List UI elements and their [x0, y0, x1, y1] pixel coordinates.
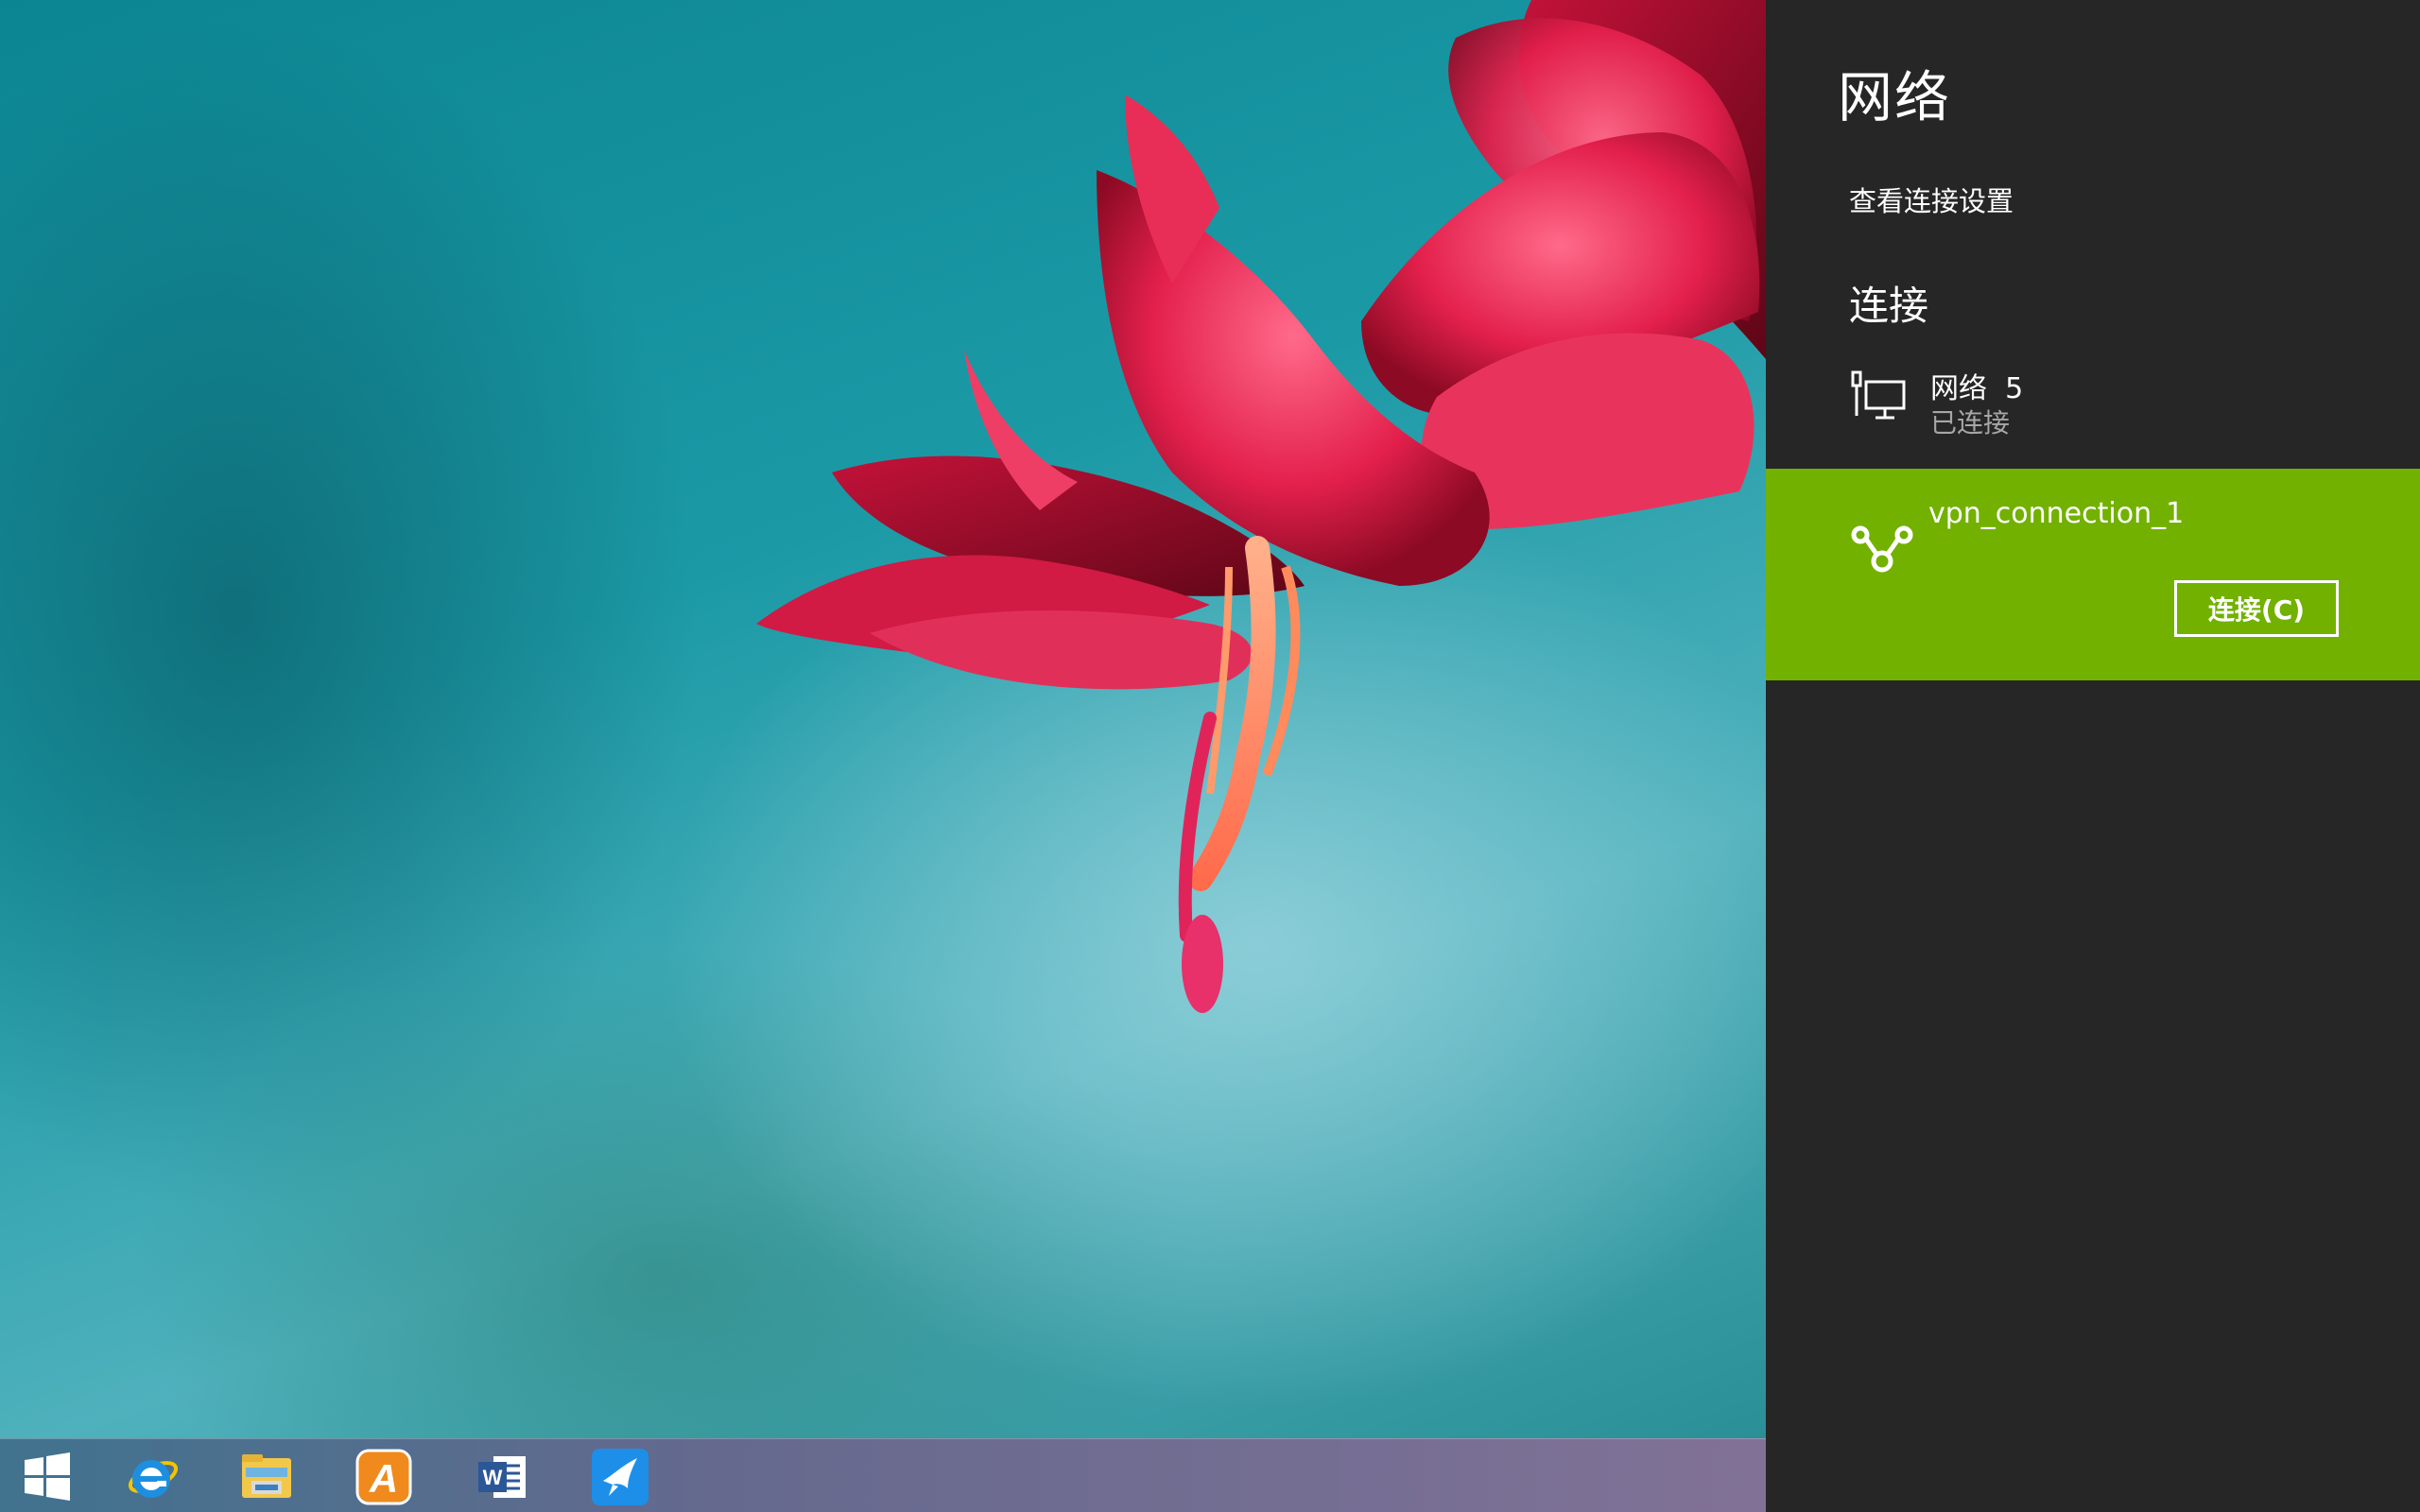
word-icon: W: [478, 1456, 526, 1498]
internet-explorer-taskbar-button[interactable]: [121, 1447, 182, 1507]
network-connection-item[interactable]: 网络 5 已连接: [1849, 359, 2378, 454]
network-panel: 网络 查看连接设置 连接 网络 5 已连接 vpn_connection_1 连…: [1766, 0, 2420, 1512]
file-explorer-taskbar-button[interactable]: [236, 1447, 297, 1507]
wired-network-icon: [1851, 370, 1906, 420]
vpn-icon: [1851, 525, 1913, 573]
view-connection-settings-link[interactable]: 查看连接设置: [1849, 180, 2014, 219]
bird-app-taskbar-button[interactable]: [590, 1447, 650, 1507]
desktop-wallpaper: [0, 0, 1766, 1438]
svg-text:W: W: [483, 1466, 503, 1489]
vpn-name: vpn_connection_1: [1928, 497, 2185, 530]
start-button[interactable]: [17, 1447, 78, 1507]
flower-wallpaper-image: [756, 0, 1766, 1013]
vpn-connection-item[interactable]: vpn_connection_1 连接(C): [1766, 469, 2420, 680]
letter-a-app-taskbar-button[interactable]: A: [354, 1447, 414, 1507]
windows-logo-icon: [25, 1452, 70, 1501]
panel-title: 网络: [1838, 65, 1952, 129]
letter-a-app-icon: A: [355, 1449, 412, 1505]
internet-explorer-icon: [128, 1460, 179, 1498]
screen: A W 网络 查看连接设置 连接 网络 5 已连接 vpn_connection…: [0, 0, 2420, 1512]
vpn-connect-button[interactable]: 连接(C): [2174, 580, 2339, 637]
taskbar: A W: [0, 1438, 1766, 1512]
svg-text:A: A: [369, 1456, 398, 1501]
network-name: 网络 5: [1930, 372, 2024, 405]
connections-heading: 连接: [1849, 283, 1929, 329]
network-status: 已连接: [1930, 407, 2011, 438]
bird-app-icon: [592, 1449, 648, 1505]
word-taskbar-button[interactable]: W: [473, 1447, 533, 1507]
file-explorer-icon: [242, 1454, 291, 1498]
